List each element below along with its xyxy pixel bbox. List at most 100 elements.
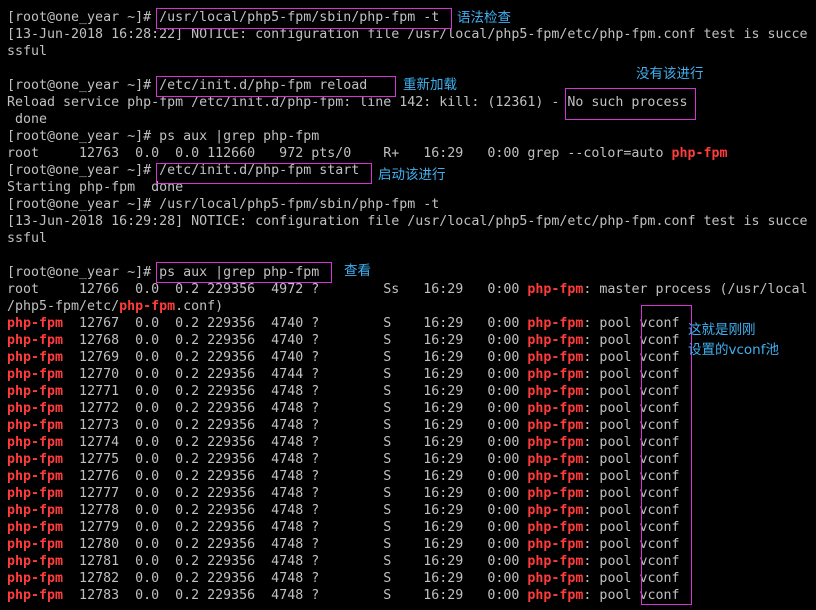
terminal-line: [root@one_year ~]# /usr/local/php5-fpm/s… (7, 196, 439, 213)
terminal-text: 12781 0.0 0.2 229356 4748 ? S 16:29 0:00 (63, 554, 528, 569)
annotation-view: 查看 (344, 263, 371, 279)
grep-match-highlight: php-fpm (671, 146, 728, 161)
annotation-box-syntax-check (156, 8, 452, 29)
terminal-text-rest: .conf) (175, 299, 224, 314)
terminal-line: php-fpm 12778 0.0 0.2 229356 4748 ? S 16… (7, 502, 680, 519)
terminal-line: [13-Jun-2018 16:29:28] NOTICE: configura… (7, 213, 808, 230)
terminal-line: ssful (7, 230, 47, 247)
terminal-text: [13-Jun-2018 16:28:22] NOTICE: configura… (7, 27, 808, 42)
annotation-syntax-check: 语法检查 (457, 10, 511, 26)
terminal-line: php-fpm 12771 0.0 0.2 229356 4748 ? S 16… (7, 383, 680, 400)
process-name-highlight: php-fpm (7, 401, 64, 416)
terminal-line: php-fpm 12768 0.0 0.2 229356 4740 ? S 16… (7, 332, 680, 349)
process-name-highlight: php-fpm (7, 469, 64, 484)
grep-match-highlight: php-fpm (527, 418, 584, 433)
grep-match-highlight: php-fpm (527, 503, 584, 518)
terminal-text: 12776 0.0 0.2 229356 4748 ? S 16:29 0:00 (63, 469, 528, 484)
terminal-line: root 12763 0.0 0.0 112660 972 pts/0 R+ 1… (7, 145, 728, 162)
process-name-highlight: php-fpm (7, 520, 64, 535)
grep-match-highlight: php-fpm (527, 333, 584, 348)
terminal-line: php-fpm 12770 0.0 0.2 229356 4744 ? S 16… (7, 366, 680, 383)
process-name-highlight: php-fpm (7, 537, 64, 552)
grep-match-highlight: php-fpm (119, 299, 176, 314)
terminal-text: ssful (7, 44, 48, 59)
terminal-text: 12770 0.0 0.2 229356 4744 ? S 16:29 0:00 (63, 367, 528, 382)
grep-match-highlight: php-fpm (527, 469, 584, 484)
terminal-line: root 12766 0.0 0.2 229356 4972 ? Ss 16:2… (7, 281, 808, 298)
terminal-line: php-fpm 12773 0.0 0.2 229356 4748 ? S 16… (7, 417, 680, 434)
terminal-line: php-fpm 12772 0.0 0.2 229356 4748 ? S 16… (7, 400, 680, 417)
grep-match-highlight: php-fpm (527, 452, 584, 467)
process-name-highlight: php-fpm (7, 571, 64, 586)
terminal-text: 12779 0.0 0.2 229356 4748 ? S 16:29 0:00 (63, 520, 528, 535)
process-name-highlight: php-fpm (7, 384, 64, 399)
terminal-line: /php5-fpm/etc/php-fpm.conf) (7, 298, 223, 315)
terminal-line: php-fpm 12767 0.0 0.2 229356 4740 ? S 16… (7, 315, 680, 332)
grep-match-highlight: php-fpm (527, 435, 584, 450)
terminal-line: php-fpm 12781 0.0 0.2 229356 4748 ? S 16… (7, 553, 680, 570)
terminal-text: 12768 0.0 0.2 229356 4740 ? S 16:29 0:00 (63, 333, 528, 348)
process-name-highlight: php-fpm (7, 316, 64, 331)
process-name-highlight: php-fpm (7, 435, 64, 450)
process-name-highlight: php-fpm (7, 486, 64, 501)
grep-match-highlight: php-fpm (527, 588, 584, 603)
terminal-line: php-fpm 12779 0.0 0.2 229356 4748 ? S 16… (7, 519, 680, 536)
terminal-text: 12771 0.0 0.2 229356 4748 ? S 16:29 0:00 (63, 384, 528, 399)
grep-match-highlight: php-fpm (527, 571, 584, 586)
terminal-line: php-fpm 12782 0.0 0.2 229356 4748 ? S 16… (7, 570, 680, 587)
terminal-text-rest: : master process (/usr/local (583, 282, 808, 297)
terminal-line: php-fpm 12783 0.0 0.2 229356 4748 ? S 16… (7, 587, 680, 604)
terminal-text: 12775 0.0 0.2 229356 4748 ? S 16:29 0:00 (63, 452, 528, 467)
annotation-box-no-such-process (565, 88, 696, 120)
process-name-highlight: php-fpm (7, 367, 64, 382)
grep-match-highlight: php-fpm (527, 537, 584, 552)
process-name-highlight: php-fpm (7, 418, 64, 433)
process-name-highlight: php-fpm (7, 554, 64, 569)
terminal-text: 12767 0.0 0.2 229356 4740 ? S 16:29 0:00 (63, 316, 528, 331)
terminal-text: 12782 0.0 0.2 229356 4748 ? S 16:29 0:00 (63, 571, 528, 586)
grep-match-highlight: php-fpm (527, 350, 584, 365)
terminal-text: ssful (7, 231, 48, 246)
terminal-text: done (7, 112, 48, 127)
terminal-text: 12777 0.0 0.2 229356 4748 ? S 16:29 0:00 (63, 486, 528, 501)
annotation-box-vconf (641, 305, 692, 605)
grep-match-highlight: php-fpm (527, 486, 584, 501)
annotation-box-start (156, 163, 372, 184)
grep-match-highlight: php-fpm (527, 384, 584, 399)
terminal-line: php-fpm 12774 0.0 0.2 229356 4748 ? S 16… (7, 434, 680, 451)
terminal-text: 12780 0.0 0.2 229356 4748 ? S 16:29 0:00 (63, 537, 528, 552)
process-name-highlight: php-fpm (7, 350, 64, 365)
terminal-line: [root@one_year ~]# ps aux |grep php-fpm (7, 128, 319, 145)
grep-match-highlight: php-fpm (527, 401, 584, 416)
terminal-text: 12774 0.0 0.2 229356 4748 ? S 16:29 0:00 (63, 435, 528, 450)
grep-match-highlight: php-fpm (527, 520, 584, 535)
terminal-text: 12783 0.0 0.2 229356 4748 ? S 16:29 0:00 (63, 588, 528, 603)
terminal-line: php-fpm 12775 0.0 0.2 229356 4748 ? S 16… (7, 451, 680, 468)
terminal-line: ssful (7, 43, 47, 60)
annotation-box-ps-aux (156, 262, 332, 283)
grep-match-highlight: php-fpm (527, 316, 584, 331)
terminal-text: 12772 0.0 0.2 229356 4748 ? S 16:29 0:00 (63, 401, 528, 416)
terminal-text: root 12766 0.0 0.2 229356 4972 ? Ss 16:2… (7, 282, 528, 297)
process-name-highlight: php-fpm (7, 503, 64, 518)
terminal-text: /php5-fpm/etc/ (7, 299, 120, 314)
terminal-text: [root@one_year ~]# /usr/local/php5-fpm/s… (7, 197, 440, 212)
annotation-start: 启动该进行 (378, 167, 446, 183)
terminal-text: 12778 0.0 0.2 229356 4748 ? S 16:29 0:00 (63, 503, 528, 518)
terminal-line: php-fpm 12777 0.0 0.2 229356 4748 ? S 16… (7, 485, 680, 502)
process-name-highlight: php-fpm (7, 452, 64, 467)
terminal-text: 12769 0.0 0.2 229356 4740 ? S 16:29 0:00 (63, 350, 528, 365)
terminal-text: root 12763 0.0 0.0 112660 972 pts/0 R+ 1… (7, 146, 672, 161)
terminal-line: php-fpm 12780 0.0 0.2 229356 4748 ? S 16… (7, 536, 680, 553)
terminal-text: [root@one_year ~]# ps aux |grep php-fpm (7, 129, 320, 144)
terminal-text: [13-Jun-2018 16:29:28] NOTICE: configura… (7, 214, 808, 229)
process-name-highlight: php-fpm (7, 333, 64, 348)
grep-match-highlight: php-fpm (527, 367, 584, 382)
grep-match-highlight: php-fpm (527, 282, 584, 297)
annotation-vconf-pool: 这就是刚刚 设置的vconf池 (688, 322, 779, 358)
terminal-line: php-fpm 12769 0.0 0.2 229356 4740 ? S 16… (7, 349, 680, 366)
annotation-reload: 重新加载 (403, 77, 457, 93)
terminal-line: done (7, 111, 47, 128)
annotation-box-reload (156, 76, 396, 97)
annotation-no-process: 没有该进行 (636, 66, 704, 82)
